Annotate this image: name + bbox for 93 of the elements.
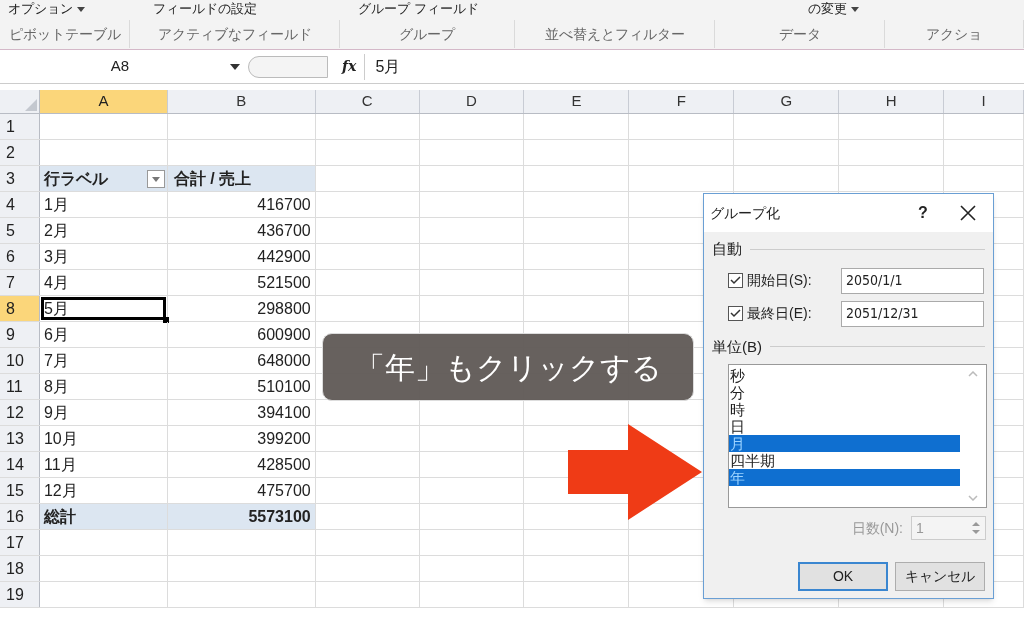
pivot-label-cell-text: 5月: [42, 298, 69, 319]
row-header[interactable]: 3: [0, 166, 40, 191]
column-header[interactable]: G: [734, 90, 840, 113]
pivot-label-cell-text: 12月: [42, 480, 78, 501]
column-header[interactable]: C: [315, 90, 420, 113]
pivot-value-cell-text: 298800: [257, 298, 311, 319]
ribbon-group-label: アクティブなフィールド: [157, 24, 312, 44]
checkbox-label: 開始日(S):: [747, 271, 813, 290]
row-header[interactable]: 11: [0, 374, 40, 399]
pivot-label-cell-text: 6月: [42, 324, 69, 345]
unit-list-item[interactable]: 四半期: [729, 452, 960, 469]
formula-input[interactable]: 5月: [375, 54, 401, 79]
pivot-value-cell-text: 416700: [257, 194, 311, 215]
row-header[interactable]: 1: [0, 114, 40, 139]
column-header[interactable]: F: [629, 90, 735, 113]
row-header[interactable]: 17: [0, 530, 40, 555]
pivot-label-cell-text: 1月: [42, 194, 69, 215]
pivot-label-cell-text: 総計: [42, 506, 76, 527]
close-icon: [960, 205, 976, 221]
column-header[interactable]: A: [39, 90, 168, 113]
row-header[interactable]: 18: [0, 556, 40, 581]
pivot-label-cell-text: 4月: [42, 272, 69, 293]
column-header[interactable]: D: [419, 90, 525, 113]
row-header[interactable]: 15: [0, 478, 40, 503]
row-header[interactable]: 13: [0, 426, 40, 451]
ribbon-button[interactable]: の変更: [804, 0, 863, 18]
unit-list-item[interactable]: 日: [729, 418, 960, 435]
caret-icon: [230, 63, 240, 70]
dialog-title: グループ化: [710, 203, 781, 223]
section-label: 自動: [712, 239, 742, 259]
pivot-label-cell-text: 行ラベル: [42, 168, 108, 189]
section-label: 単位(B): [712, 336, 762, 357]
pivot-value-cell-text: 428500: [257, 454, 311, 475]
function-icon[interactable]: fx: [342, 56, 357, 77]
pivot-value-cell-text: 510100: [257, 376, 311, 397]
pivot-value-cell-text: 5573100: [248, 506, 311, 527]
column-header[interactable]: E: [524, 90, 630, 113]
pivot-label-cell-text: 2月: [42, 220, 69, 241]
unit-list-item[interactable]: 分: [729, 384, 960, 401]
ribbon-group-label: グループ: [399, 24, 455, 44]
cancel-button[interactable]: キャンセル: [895, 562, 985, 591]
date-field[interactable]: 2051/12/31: [841, 300, 984, 327]
row-header[interactable]: 7: [0, 270, 40, 295]
pivot-label-cell-text: 8月: [42, 376, 69, 397]
ribbon-button[interactable]: フィールドの設定: [149, 0, 261, 18]
row-header[interactable]: 8: [0, 296, 40, 321]
column-header[interactable]: I: [944, 90, 1024, 113]
row-header[interactable]: 14: [0, 452, 40, 477]
checkbox[interactable]: [728, 306, 743, 321]
pivot-value-cell-text: 600900: [257, 324, 311, 345]
unit-list-item[interactable]: 時: [729, 401, 960, 418]
pivot-value-cell-text: 475700: [257, 480, 311, 501]
unit-list-item[interactable]: 秒: [729, 367, 960, 384]
ribbon-button[interactable]: オプション: [4, 0, 89, 18]
row-header[interactable]: 9: [0, 322, 40, 347]
row-header[interactable]: 6: [0, 244, 40, 269]
ribbon-group-label: 並べ替えとフィルター: [544, 24, 685, 44]
column-header[interactable]: H: [839, 90, 945, 113]
pivot-value-cell-text: 394100: [257, 402, 311, 423]
pivot-label-cell-text: 9月: [42, 402, 69, 423]
pivot-value-cell-text: 648000: [257, 350, 311, 371]
pivot-value-cell-text: 521500: [257, 272, 311, 293]
name-box[interactable]: A8: [0, 53, 240, 80]
row-header[interactable]: 4: [0, 192, 40, 217]
ribbon-group-label: アクショ: [926, 24, 982, 44]
pivot-label-cell-text: 10月: [42, 428, 78, 449]
row-header[interactable]: 12: [0, 400, 40, 425]
pivot-label-cell-text: 7月: [42, 350, 69, 371]
row-header[interactable]: 10: [0, 348, 40, 373]
row-header[interactable]: 2: [0, 140, 40, 165]
callout-banner: 「年」もクリックする: [322, 333, 694, 401]
checkbox-label: 最終日(E):: [747, 304, 813, 323]
pivot-value-cell-text: 399200: [257, 428, 311, 449]
days-label: 日数(N):: [851, 518, 903, 538]
pivot-value-cell-text: 436700: [257, 220, 311, 241]
ok-button[interactable]: OK: [798, 562, 888, 591]
column-header[interactable]: B: [167, 90, 316, 113]
unit-listbox[interactable]: 秒 分 時 日 月 四半期 年: [728, 364, 987, 508]
ribbon-button[interactable]: グループ フィールド: [354, 0, 483, 18]
ribbon-group-label: ピボットテーブル: [8, 24, 121, 44]
date-field[interactable]: 2050/1/1: [841, 267, 984, 294]
pivot-value-cell-text: 合計 / 売上: [172, 168, 252, 189]
pivot-value-cell-text: 442900: [257, 246, 311, 267]
help-button[interactable]: ?: [903, 201, 943, 225]
arrow-icon: [568, 424, 702, 520]
ribbon-group-label: データ: [778, 24, 821, 44]
row-header[interactable]: 16: [0, 504, 40, 529]
pivot-label-cell-text: 11月: [42, 454, 77, 475]
row-header[interactable]: 5: [0, 218, 40, 243]
filter-dropdown-icon[interactable]: [146, 170, 165, 188]
row-header[interactable]: 19: [0, 582, 40, 607]
pivot-label-cell-text: 3月: [42, 246, 69, 267]
checkbox[interactable]: [728, 273, 743, 288]
